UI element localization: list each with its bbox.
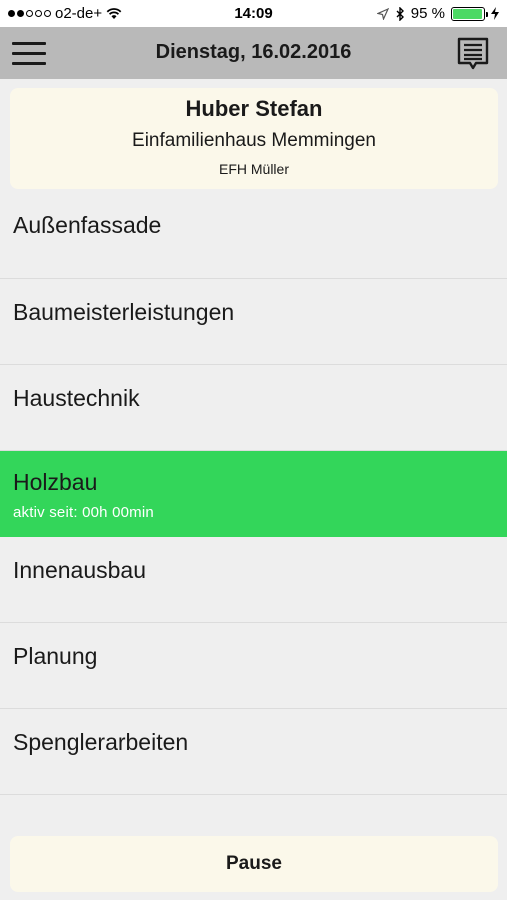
task-label: Planung [13, 643, 98, 669]
location-arrow-icon [376, 7, 389, 20]
task-item[interactable]: Haustechnik [0, 365, 507, 451]
client-name: Huber Stefan [185, 96, 323, 121]
project-subtitle: EFH Müller [218, 161, 289, 177]
task-item[interactable]: Innenausbau [0, 537, 507, 623]
notes-list-icon[interactable] [457, 37, 489, 71]
task-item[interactable]: Außenfassade [0, 192, 507, 279]
project-name: Einfamilienhaus Memmingen [132, 130, 376, 151]
task-list: Außenfassade Baumeisterleistungen Hauste… [0, 192, 507, 795]
task-item[interactable]: Planung [0, 623, 507, 709]
battery-percent: 95 % [410, 5, 445, 22]
project-card: Huber Stefan Einfamilienhaus Memmingen E… [10, 88, 498, 189]
task-item[interactable]: Spenglerarbeiten [0, 709, 507, 795]
task-label: Spenglerarbeiten [13, 729, 189, 755]
task-label: Holzbau [13, 469, 98, 495]
bluetooth-icon [396, 6, 404, 21]
nav-bar: Dienstag, 16.02.2016 [0, 27, 507, 79]
status-bar: o2-de+ 14:09 95 % [0, 0, 507, 27]
charging-bolt-icon [491, 7, 499, 20]
status-right: 95 % [376, 5, 499, 22]
task-label: Haustechnik [13, 385, 140, 411]
battery-icon [451, 6, 488, 21]
task-active-timer: aktiv seit: 00h 00min [13, 504, 154, 521]
task-label: Innenausbau [13, 557, 147, 583]
battery-fill [453, 8, 482, 19]
page-title: Dienstag, 16.02.2016 [155, 41, 352, 63]
task-label: Baumeisterleistungen [13, 299, 235, 325]
pause-button[interactable]: Pause [10, 836, 498, 892]
task-item-active[interactable]: Holzbau aktiv seit: 00h 00min [0, 451, 507, 537]
task-label: Außenfassade [13, 212, 162, 238]
task-item[interactable]: Baumeisterleistungen [0, 279, 507, 365]
